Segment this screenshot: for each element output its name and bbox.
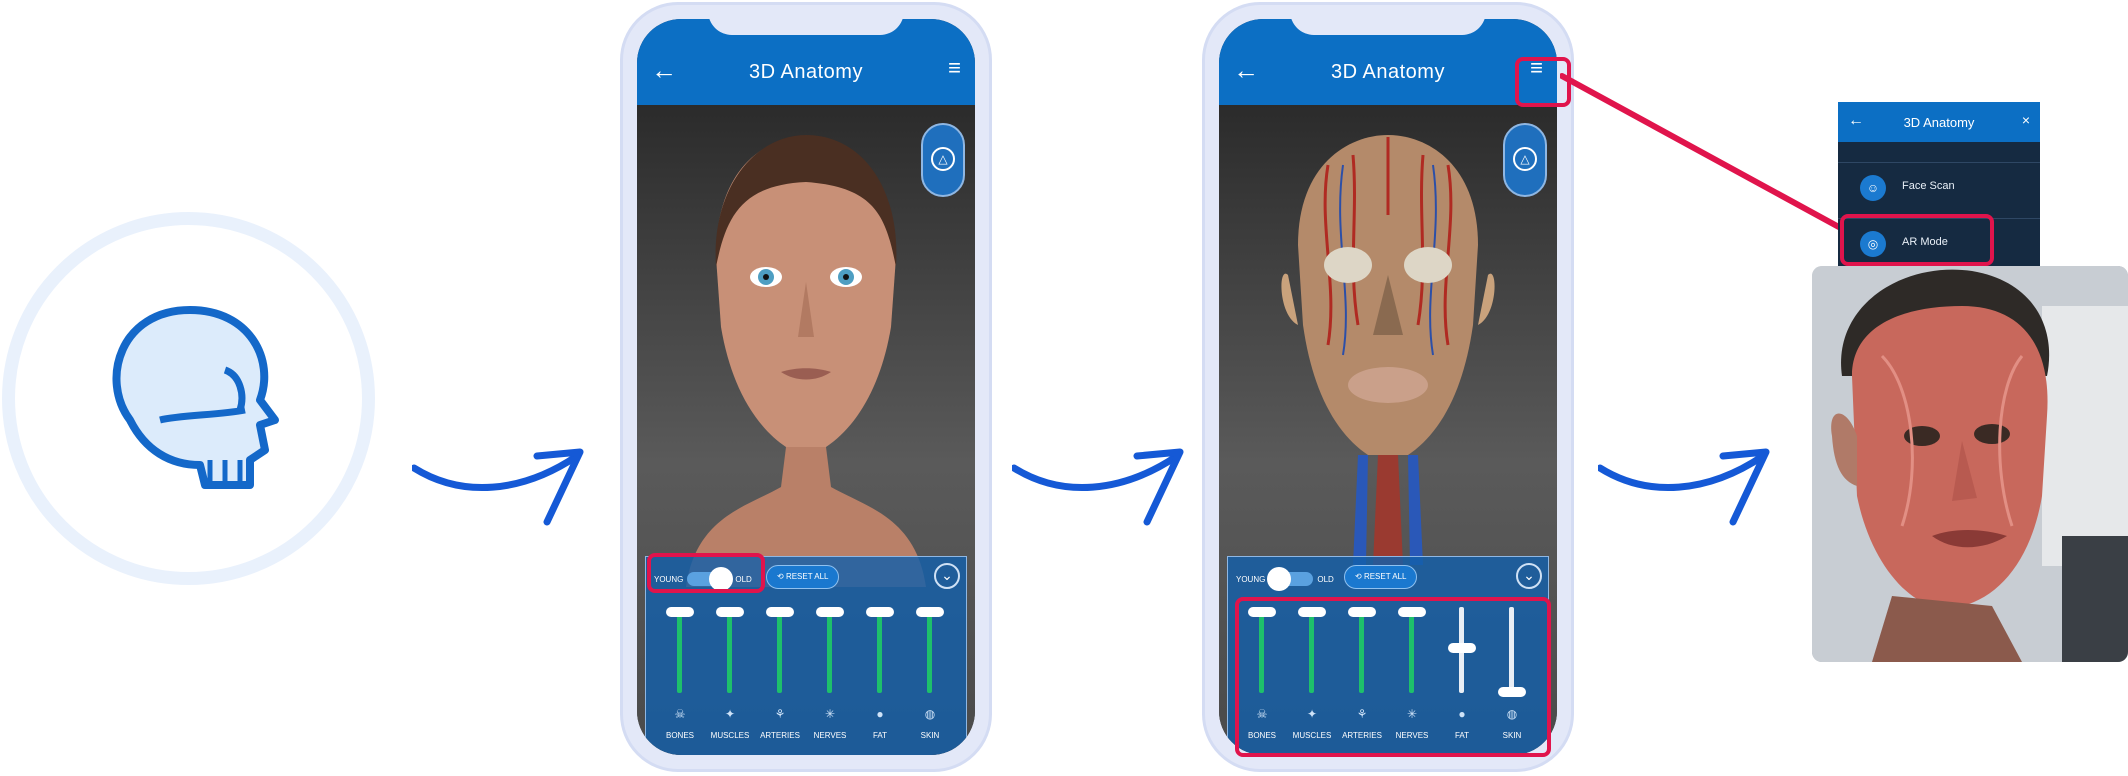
side-menu-title: 3D Anatomy — [1903, 115, 1975, 130]
app-title: 3D Anatomy — [749, 61, 863, 83]
ar-face-image — [1812, 266, 2128, 662]
highlight-ar-mode — [1840, 214, 1994, 266]
skin-icon: ◍ — [924, 707, 936, 721]
face-scan-icon: ☺ — [1860, 175, 1886, 201]
nerve-icon: ✳ — [824, 707, 836, 721]
fat-icon: ● — [876, 707, 884, 721]
toggle-old-label: OLD — [1317, 574, 1334, 584]
side-menu-header: ← 3D Anatomy × — [1838, 102, 2040, 142]
3d-viewport[interactable]: △ YOUNG OLD ⟲ RESET ALL ⌄ ☠ BONES ✦ MUSCLES… — [637, 105, 975, 755]
switch-knob[interactable] — [1267, 567, 1292, 591]
highlight-age-toggle — [647, 553, 765, 593]
collapse-panel-button[interactable]: ⌄ — [1516, 563, 1542, 589]
close-button[interactable]: × — [2022, 112, 2030, 128]
slider-thumb[interactable] — [666, 607, 694, 617]
artery-icon: ⚘ — [774, 707, 786, 721]
reset-all-label: RESET ALL — [785, 572, 829, 581]
slider-bones[interactable]: ☠ BONES — [656, 607, 704, 747]
skull-icon — [112, 306, 279, 489]
phone-frame: ← 3D Anatomy ≡ △ YOUNG OLD ⟲ RESET ALL ⌄… — [620, 2, 992, 772]
ar-button[interactable]: △ — [921, 123, 965, 197]
slider-arteries[interactable]: ⚘ ARTERIES — [756, 607, 804, 747]
slider-track[interactable] — [777, 607, 782, 693]
slider-thumb[interactable] — [766, 607, 794, 617]
menu-item-label: Face Scan — [1902, 180, 1955, 192]
connector-line — [1560, 73, 1851, 235]
layer-sliders: ☠ BONES ✦ MUSCLES ⚘ ARTERIES ✳ NERVES ● FAT ◍ SKIN — [646, 601, 966, 755]
menu-button[interactable]: ≡ — [948, 57, 961, 79]
collapse-panel-button[interactable]: ⌄ — [934, 563, 960, 589]
slider-track[interactable] — [877, 607, 882, 693]
face-model[interactable] — [1258, 125, 1518, 565]
muscle-icon: ✦ — [724, 707, 736, 721]
slider-muscles[interactable]: ✦ MUSCLES — [706, 607, 754, 747]
slider-nerves[interactable]: ✳ NERVES — [806, 607, 854, 747]
slider-track[interactable] — [677, 607, 682, 693]
slider-fat[interactable]: ● FAT — [856, 607, 904, 747]
warning-icon: △ — [931, 147, 955, 171]
arrow-right-icon — [412, 448, 584, 526]
slider-skin[interactable]: ◍ SKIN — [906, 607, 954, 747]
slider-track[interactable] — [827, 607, 832, 693]
face-model[interactable] — [686, 127, 926, 587]
phone-notch — [708, 5, 904, 35]
phone-screen: ← 3D Anatomy ≡ △ YOUNG OLD ⟲ RESET ALL ⌄… — [637, 19, 975, 755]
reset-all-button[interactable]: ⟲ RESET ALL — [766, 565, 840, 589]
slider-thumb[interactable] — [816, 607, 844, 617]
ar-preview-image — [1812, 266, 2128, 662]
highlight-layer-sliders — [1235, 597, 1551, 757]
slider-thumb[interactable] — [916, 607, 944, 617]
reset-all-button[interactable]: ⟲ RESET ALL — [1344, 565, 1418, 589]
arrow-right-icon — [1598, 448, 1770, 526]
slider-thumb[interactable] — [866, 607, 894, 617]
slider-label: SKIN — [920, 731, 940, 740]
arrow-right-icon — [1012, 448, 1184, 526]
age-toggle[interactable]: YOUNG OLD — [1236, 567, 1334, 591]
slider-thumb[interactable] — [716, 607, 744, 617]
reset-all-label: RESET ALL — [1363, 572, 1407, 581]
app-title: 3D Anatomy — [1331, 61, 1445, 83]
phone-frame: ← 3D Anatomy ≡ △ YOUNG OLD ⟲ RESET ALL ⌄… — [1202, 2, 1574, 772]
age-switch[interactable] — [1267, 567, 1314, 591]
slider-track[interactable] — [927, 607, 932, 693]
phone-notch — [1290, 5, 1486, 35]
toggle-young-label: YOUNG — [1236, 574, 1266, 584]
skull-icon: ☠ — [674, 707, 686, 721]
slider-track[interactable] — [727, 607, 732, 693]
menu-item-face-scan[interactable]: ☺ Face Scan — [1838, 162, 2040, 211]
